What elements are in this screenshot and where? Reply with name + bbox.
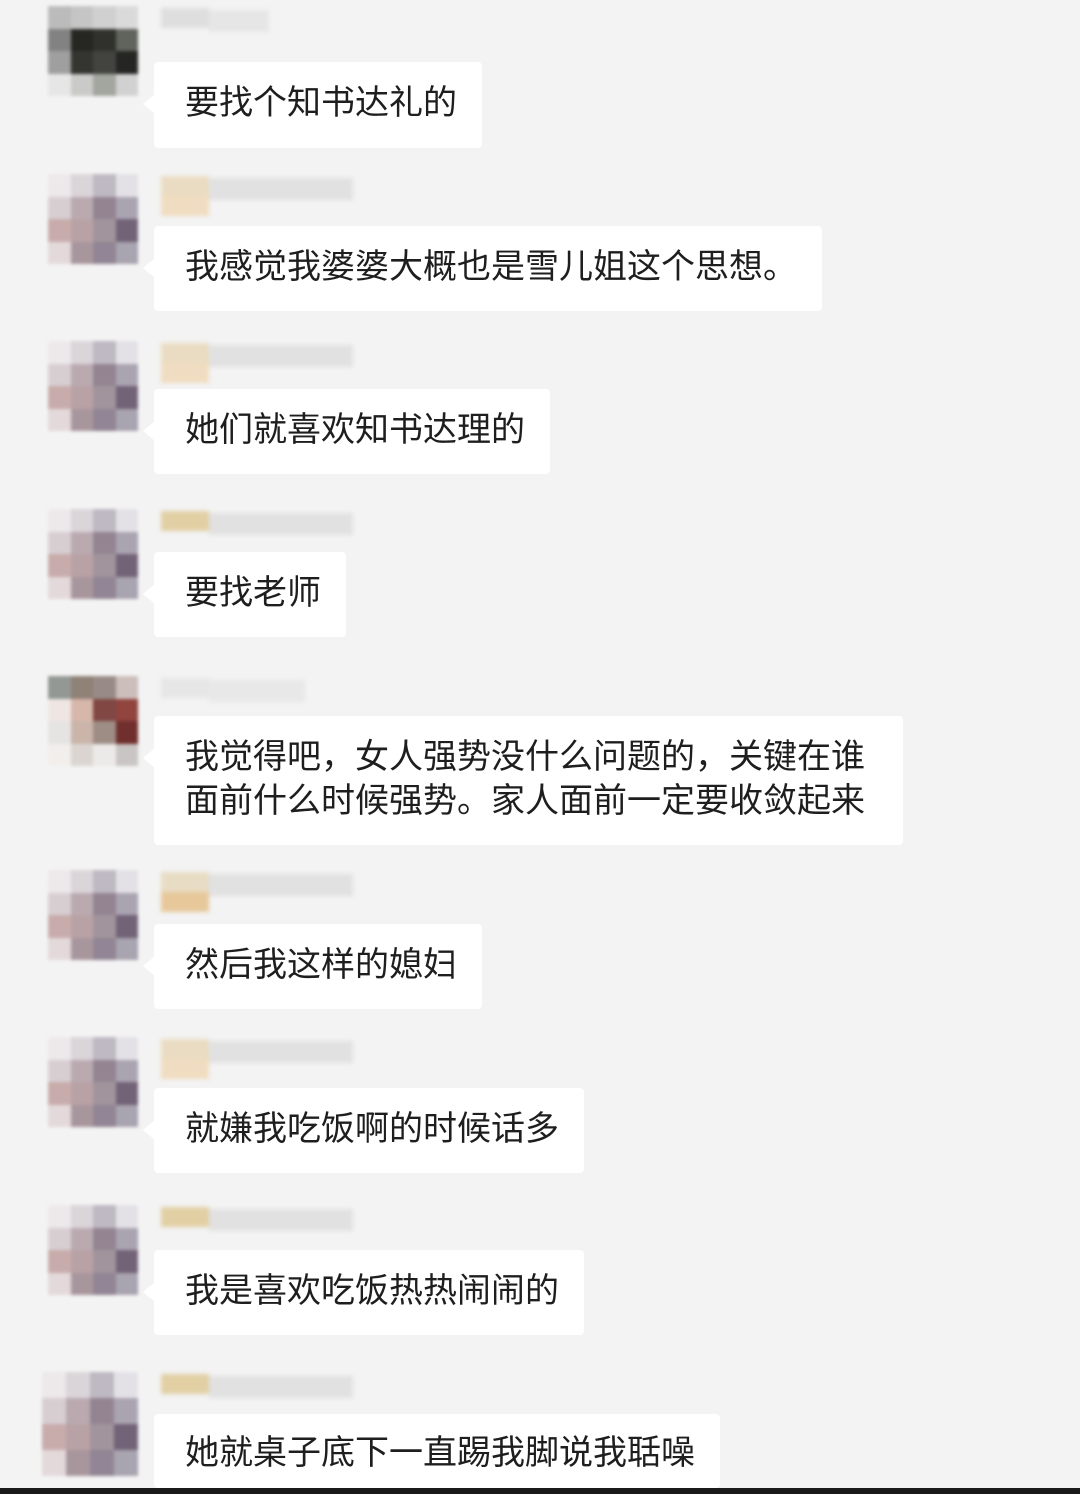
message-bubble[interactable]: 要找个知书达礼的: [143, 62, 482, 148]
sender-name-blurred: [161, 1372, 353, 1416]
message-bubble[interactable]: 我觉得吧，女人强势没什么问题的，关键在谁面前什么时候强势。家人面前一定要收敛起来: [143, 716, 903, 845]
message-bubble[interactable]: 就嫌我吃饭啊的时候话多: [143, 1088, 584, 1173]
avatar[interactable]: [48, 6, 138, 96]
message-bubble[interactable]: 我感觉我婆婆大概也是雪儿姐这个思想。: [143, 226, 822, 311]
sender-name-blurred: [161, 174, 353, 218]
sender-name-blurred: [161, 509, 353, 553]
sender-name-blurred: [161, 870, 353, 914]
avatar[interactable]: [48, 1037, 138, 1127]
avatar[interactable]: [48, 341, 138, 431]
message-bubble[interactable]: 我是喜欢吃饭热热闹闹的: [143, 1250, 584, 1335]
avatar[interactable]: [48, 509, 138, 599]
sender-name-blurred: [161, 341, 353, 385]
sender-name-blurred: [161, 6, 353, 50]
avatar[interactable]: [48, 1205, 138, 1295]
avatar[interactable]: [48, 174, 138, 264]
sender-name-blurred: [161, 676, 353, 720]
message-bubble[interactable]: 她们就喜欢知书达理的: [143, 389, 550, 474]
bottom-divider: [0, 1488, 1080, 1494]
avatar[interactable]: [48, 870, 138, 960]
message-bubble[interactable]: 要找老师: [143, 552, 346, 637]
avatar[interactable]: [48, 676, 138, 766]
message-bubble[interactable]: 她就桌子底下一直踢我脚说我聒噪: [154, 1414, 720, 1488]
chat-message-list[interactable]: 要找个知书达礼的 我感觉我婆婆大概也是雪儿姐这个思想。 她们就喜欢知书达理的 要…: [0, 0, 1080, 1494]
sender-name-blurred: [161, 1037, 353, 1081]
avatar[interactable]: [42, 1372, 138, 1476]
message-bubble[interactable]: 然后我这样的媳妇: [143, 924, 482, 1009]
sender-name-blurred: [161, 1205, 353, 1249]
